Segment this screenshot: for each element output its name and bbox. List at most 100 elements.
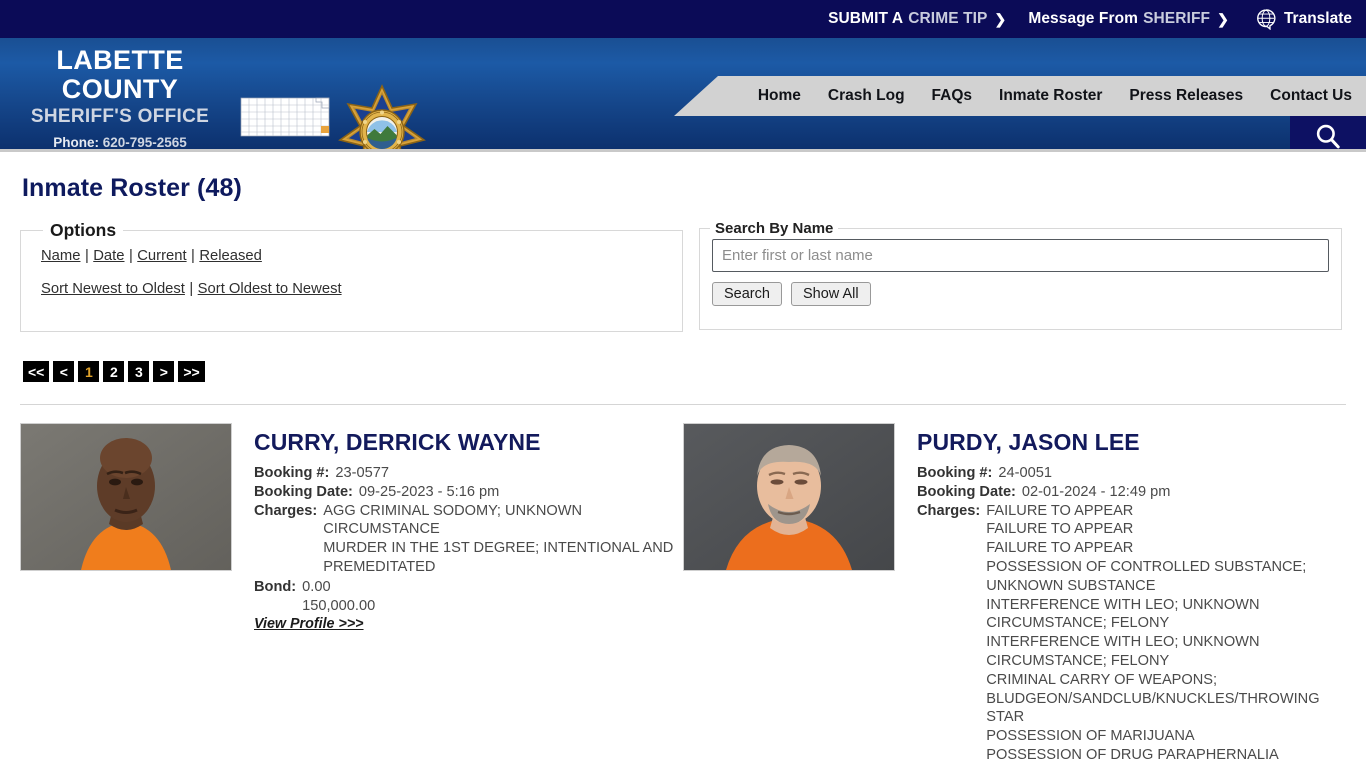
nav-item-faqs[interactable]: FAQs <box>932 87 972 105</box>
booking-date-row: Booking Date: 09-25-2023 - 5:16 pm <box>254 483 683 502</box>
inmate-card: CURRY, DERRICK WAYNE Booking #: 23-0577 … <box>20 423 683 765</box>
search-input[interactable] <box>712 239 1329 272</box>
option-link-date[interactable]: Date <box>93 248 124 264</box>
pagination-page-1[interactable]: 1 <box>78 361 100 382</box>
search-button-row: Search Show All <box>712 282 1329 306</box>
nav-item-crash-log[interactable]: Crash Log <box>828 87 905 105</box>
booking-date-row: Booking Date: 02-01-2024 - 12:49 pm <box>917 483 1346 502</box>
translate-button[interactable]: Translate <box>1255 8 1352 30</box>
charges-label: Charges: <box>917 502 981 519</box>
booking-number-row: Booking #: 24-0051 <box>917 464 1346 483</box>
mugshot-photo[interactable] <box>683 423 895 571</box>
pagination: << < 1 2 3 > >> <box>23 361 1346 382</box>
nav-item-press-releases[interactable]: Press Releases <box>1129 87 1243 105</box>
bond-amount: 150,000.00 <box>302 597 376 614</box>
inmate-name: PURDY, JASON LEE <box>917 429 1140 455</box>
message-from-sheriff-dim: SHERIFF <box>1143 10 1211 27</box>
pagination-next[interactable]: > <box>153 361 175 382</box>
filters-panels: Options Name | Date | Current | Released… <box>20 220 1346 332</box>
options-separator: | <box>189 281 194 297</box>
brand-phone: Phone: 620-795-2565 <box>0 135 240 150</box>
top-utility-bar: SUBMIT A CRIME TIP ❯ Message From SHERIF… <box>0 0 1366 38</box>
booking-date-label: Booking Date: <box>254 483 353 500</box>
options-links-row-1: Name | Date | Current | Released <box>21 241 682 265</box>
booking-date-value: 02-01-2024 - 12:49 pm <box>1021 483 1171 500</box>
pagination-page-2[interactable]: 2 <box>103 361 125 382</box>
options-panel: Options Name | Date | Current | Released… <box>20 220 683 332</box>
phone-number: 620-795-2565 <box>102 134 187 150</box>
inmate-details: CURRY, DERRICK WAYNE Booking #: 23-0577 … <box>232 423 683 765</box>
bond-row: Bond: 0.00 150,000.00 <box>254 578 683 616</box>
bond-label: Bond: <box>254 578 297 595</box>
pagination-page-3[interactable]: 3 <box>128 361 150 382</box>
booking-number-value: 24-0051 <box>998 465 1052 481</box>
booking-number-label: Booking #: <box>254 465 330 481</box>
brand-office-name: SHERIFF'S OFFICE <box>30 106 210 128</box>
option-link-released[interactable]: Released <box>199 248 262 264</box>
charge-item: POSSESSION OF CONTROLLED SUBSTANCE; UNKN… <box>986 558 1307 594</box>
kansas-map-graphic: Kansas <box>240 94 336 152</box>
option-link-current[interactable]: Current <box>137 248 186 264</box>
charge-item: MURDER IN THE 1ST DEGREE; INTENTIONAL AN… <box>323 540 674 575</box>
pagination-first[interactable]: << <box>23 361 50 382</box>
nav-item-home[interactable]: Home <box>758 87 801 105</box>
header-bottom-rule <box>0 149 1366 152</box>
show-all-button[interactable]: Show All <box>790 282 871 306</box>
message-from-sheriff-link[interactable]: Message From SHERIFF ❯ <box>1028 10 1229 28</box>
page-title: Inmate Roster (48) <box>22 174 242 202</box>
search-button[interactable]: Search <box>712 282 782 306</box>
bond-amount: 0.00 <box>302 578 331 595</box>
booking-date-label: Booking Date: <box>917 483 1016 500</box>
charges-label: Charges: <box>254 502 318 519</box>
options-legend: Options <box>50 220 117 240</box>
site-header: LABETTE COUNTY SHERIFF'S OFFICE Phone: 6… <box>0 38 1366 152</box>
translate-label: Translate <box>1283 10 1352 27</box>
option-link-sort-oldest-to-newest[interactable]: Sort Oldest to Newest <box>198 281 342 297</box>
search-icon[interactable] <box>1313 122 1343 152</box>
view-profile-link[interactable]: View Profile >>> <box>254 616 364 632</box>
charge-item: POSSESSION OF MARIJUANA <box>986 728 1195 745</box>
submit-crime-tip-strong: SUBMIT A <box>828 10 904 27</box>
inmate-details: PURDY, JASON LEE Booking #: 24-0051 Book… <box>895 423 1346 765</box>
charge-item: AGG CRIMINAL SODOMY; UNKNOWN CIRCUMSTANC… <box>323 502 583 538</box>
chevron-right-icon: ❯ <box>994 10 1007 27</box>
globe-icon <box>1255 8 1277 30</box>
booking-number-value: 23-0577 <box>335 465 389 481</box>
options-separator: | <box>128 248 133 264</box>
pagination-last[interactable]: >> <box>178 361 205 382</box>
option-link-sort-newest-to-oldest[interactable]: Sort Newest to Oldest <box>41 281 185 297</box>
nav-item-inmate-roster[interactable]: Inmate Roster <box>999 87 1102 105</box>
search-panel: Search By Name Search Show All <box>699 220 1342 330</box>
site-branding[interactable]: LABETTE COUNTY SHERIFF'S OFFICE Phone: 6… <box>0 45 240 150</box>
roster-divider <box>20 404 1346 405</box>
charge-item: FAILURE TO APPEAR <box>986 502 1134 519</box>
options-separator: | <box>191 248 195 264</box>
charge-item: POSSESSION OF DRUG PARAPHERNALIA <box>986 746 1279 763</box>
booking-number-label: Booking #: <box>917 465 993 481</box>
charge-item: INTERFERENCE WITH LEO; UNKNOWN CIRCUMSTA… <box>986 634 1260 669</box>
submit-crime-tip-dim: CRIME TIP <box>908 10 988 27</box>
charges-list: FAILURE TO APPEAR FAILURE TO APPEAR FAIL… <box>986 502 1346 765</box>
options-links-row-2: Sort Newest to Oldest | Sort Oldest to N… <box>21 274 682 298</box>
mugshot-photo[interactable] <box>20 423 232 571</box>
search-legend: Search By Name <box>715 220 834 237</box>
pagination-prev[interactable]: < <box>53 361 75 382</box>
inmate-roster-list: CURRY, DERRICK WAYNE Booking #: 23-0577 … <box>20 423 1346 765</box>
option-link-name[interactable]: Name <box>41 248 80 264</box>
submit-crime-tip-link[interactable]: SUBMIT A CRIME TIP ❯ <box>828 10 1006 28</box>
header-icon-panel <box>1290 116 1366 152</box>
primary-nav: Home Crash Log FAQs Inmate Roster Press … <box>674 76 1366 116</box>
charge-item: INTERFERENCE WITH LEO; UNKNOWN CIRCUMSTA… <box>986 596 1260 632</box>
charges-row: Charges: AGG CRIMINAL SODOMY; UNKNOWN CI… <box>254 502 683 577</box>
booking-date-value: 09-25-2023 - 5:16 pm <box>358 483 500 500</box>
chevron-right-icon: ❯ <box>1217 10 1229 27</box>
booking-number-row: Booking #: 23-0577 <box>254 464 683 483</box>
charges-row: Charges: FAILURE TO APPEAR FAILURE TO AP… <box>917 502 1346 765</box>
charges-list: AGG CRIMINAL SODOMY; UNKNOWN CIRCUMSTANC… <box>323 502 683 577</box>
main-content: Inmate Roster (48) Options Name | Date |… <box>0 174 1366 765</box>
inmate-name: CURRY, DERRICK WAYNE <box>254 429 541 455</box>
nav-item-contact-us[interactable]: Contact Us <box>1270 87 1352 105</box>
phone-label: Phone: <box>53 134 99 150</box>
options-separator: | <box>84 248 89 264</box>
charge-item: CRIMINAL CARRY OF WEAPONS; BLUDGEON/SAND… <box>986 671 1320 726</box>
